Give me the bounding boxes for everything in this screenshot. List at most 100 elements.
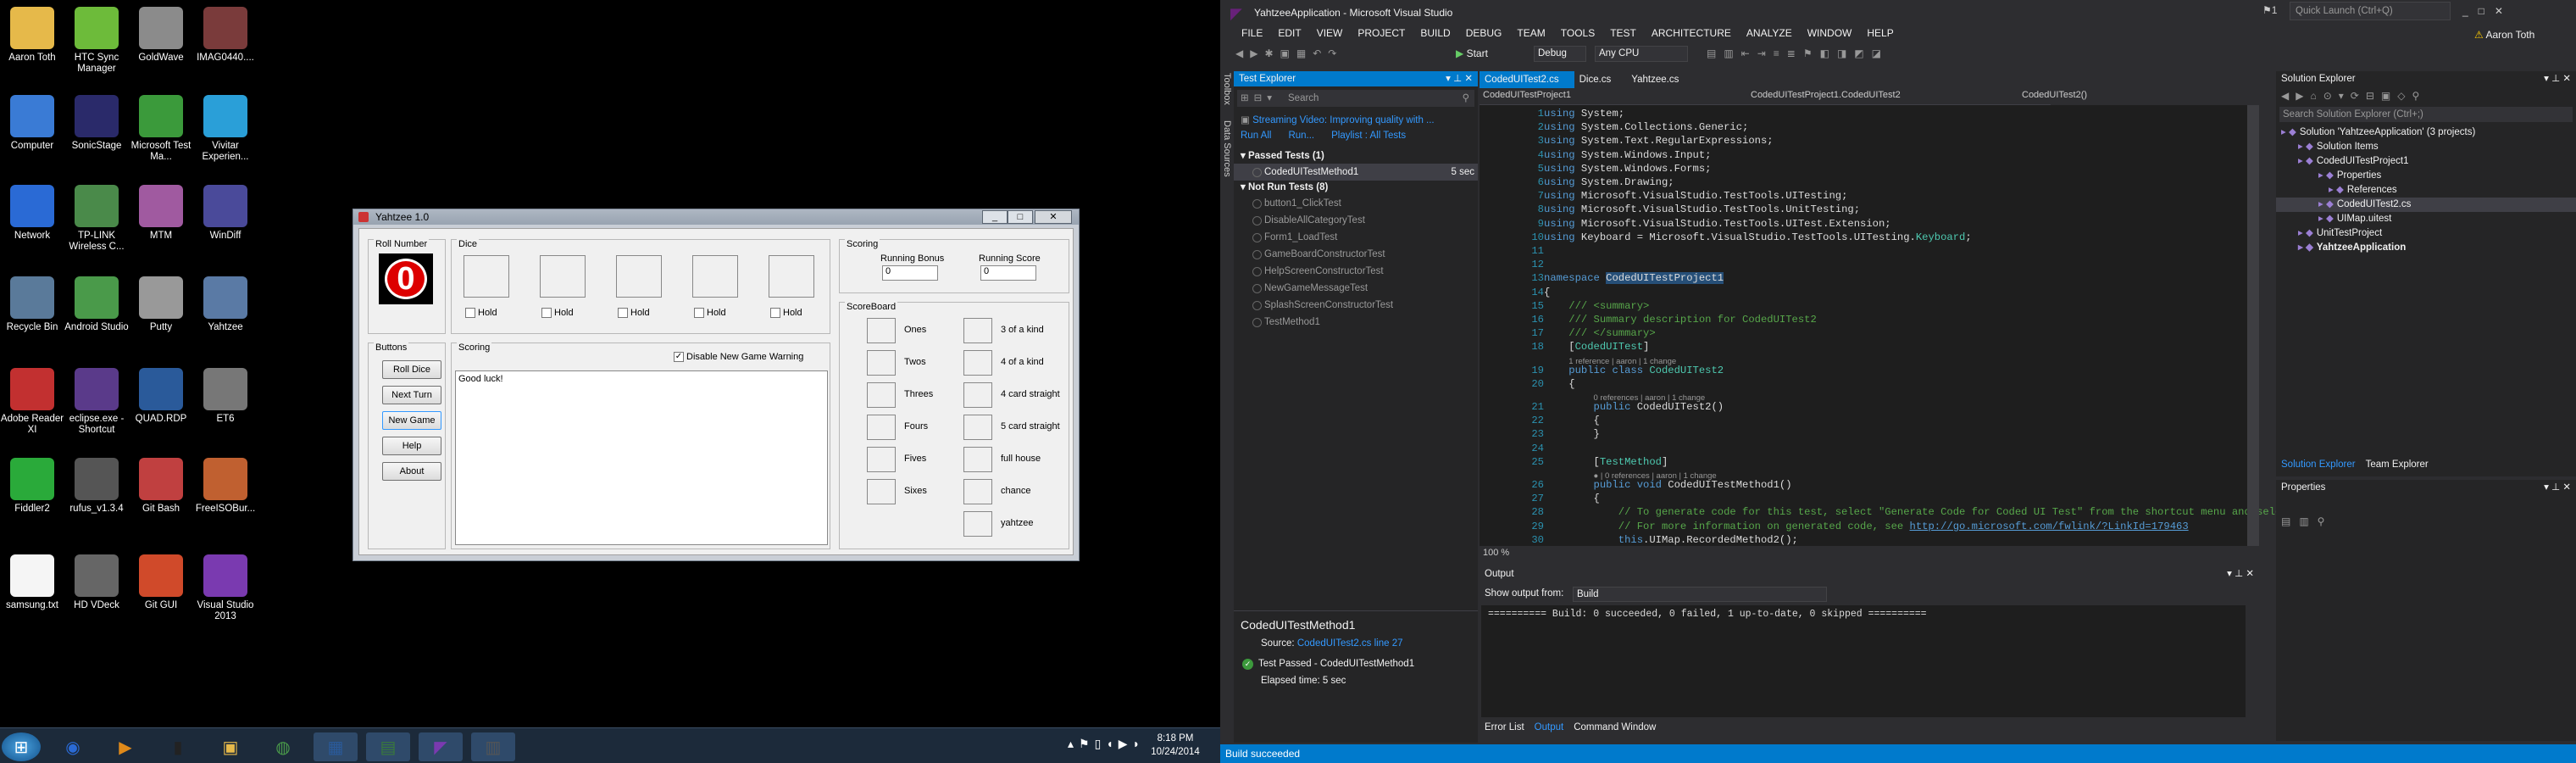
playlist-link[interactable]: Playlist : All Tests — [1331, 131, 1406, 141]
code-line[interactable]: using Microsoft.VisualStudio.TestTools.U… — [1544, 217, 1891, 231]
code-line[interactable]: namespace CodedUITestProject1 — [1544, 271, 1724, 285]
output-text[interactable]: ========== Build: 0 succeeded, 0 failed,… — [1481, 605, 2246, 717]
start-button[interactable]: ⊞ — [2, 732, 41, 761]
code-line[interactable]: /// <summary> — [1544, 299, 1649, 313]
about-button[interactable]: About — [382, 462, 441, 481]
hold-checkbox[interactable]: Hold — [618, 308, 650, 318]
menu-team[interactable]: TEAM — [1509, 24, 1552, 42]
nav-dropdown[interactable]: CodedUITestProject1 — [1483, 90, 1571, 100]
code-line[interactable]: public class CodedUITest2 — [1544, 364, 1724, 377]
score-box[interactable] — [963, 479, 992, 504]
taskbar-app-icon[interactable]: ▮ — [156, 732, 200, 761]
filter-icons[interactable]: ⊞⊟▾ — [1241, 90, 1277, 107]
solution-tab-1[interactable]: Team Explorer — [2366, 459, 2429, 470]
solution-item[interactable]: ▸ ◆ CodedUITest2.cs — [2276, 198, 2576, 212]
run-link[interactable]: Run... — [1288, 131, 1314, 141]
score-box[interactable] — [963, 318, 992, 343]
solution-item[interactable]: ▸ ◆ Solution Items — [2276, 140, 2576, 154]
score-box[interactable] — [963, 415, 992, 440]
new-game-button[interactable]: New Game — [382, 411, 441, 430]
taskbar-app-icon[interactable]: ▶ — [103, 732, 147, 761]
taskbar-app-icon[interactable]: ▤ — [366, 732, 410, 761]
taskbar-app-icon[interactable]: ▣ — [208, 732, 253, 761]
desktop-icon[interactable]: Yahtzee — [193, 276, 258, 333]
source-link[interactable]: CodedUITest2.cs line 27 — [1297, 638, 1403, 649]
output-pin-icon[interactable]: ▾ ⊥ ✕ — [2227, 566, 2259, 582]
code-line[interactable]: // For more information on generated cod… — [1544, 520, 2189, 533]
desktop-icon[interactable]: Aaron Toth — [0, 7, 64, 64]
desktop-icon[interactable]: samsung.txt — [0, 554, 64, 611]
test-search-input[interactable]: ⊞⊟▾ Search ⚲ — [1237, 90, 1474, 107]
code-line[interactable]: using System.Windows.Input; — [1544, 148, 1711, 162]
menu-build[interactable]: BUILD — [1413, 24, 1457, 42]
desktop-icon[interactable]: Recycle Bin — [0, 276, 64, 333]
code-line[interactable]: [CodedUITest] — [1544, 340, 1649, 354]
die[interactable] — [692, 255, 738, 298]
notrun-test-row[interactable]: HelpScreenConstructorTest — [1234, 263, 1478, 280]
score-box[interactable] — [963, 511, 992, 537]
code-line[interactable]: } — [1544, 427, 1600, 441]
die[interactable] — [616, 255, 662, 298]
minimize-button[interactable]: _ — [982, 210, 1008, 224]
desktop-icon[interactable]: HTC Sync Manager — [64, 7, 129, 75]
desktop-icon[interactable]: SonicStage — [64, 95, 129, 152]
tab-dice-cs[interactable]: Dice.cs — [1574, 71, 1627, 88]
code-line[interactable]: public void CodedUITestMethod1() — [1544, 478, 1792, 492]
output-source-dropdown[interactable]: Build — [1573, 587, 1827, 602]
notrun-test-row[interactable]: button1_ClickTest — [1234, 195, 1478, 212]
die[interactable] — [769, 255, 814, 298]
solution-item[interactable]: ▸ ◆ CodedUITestProject1 — [2276, 154, 2576, 169]
yahtzee-titlebar[interactable]: Yahtzee 1.0 _ □ ✕ — [353, 209, 1079, 225]
notrun-test-row[interactable]: NewGameMessageTest — [1234, 280, 1478, 297]
score-box[interactable] — [963, 350, 992, 376]
hold-checkbox[interactable]: Hold — [770, 308, 802, 318]
nav-dropdown[interactable]: CodedUITest2() — [2022, 90, 2087, 100]
quick-launch-input[interactable]: Quick Launch (Ctrl+Q) — [2290, 2, 2451, 20]
solution-item[interactable]: ▸ ◆ UIMap.uitest — [2276, 212, 2576, 226]
disable-warning-checkbox[interactable]: ✓ Disable New Game Warning — [674, 352, 803, 362]
score-box[interactable] — [867, 479, 896, 504]
passed-header[interactable]: ▾ Passed Tests (1) — [1234, 149, 1478, 164]
score-box[interactable] — [963, 447, 992, 472]
menu-view[interactable]: VIEW — [1309, 24, 1351, 42]
die[interactable] — [540, 255, 586, 298]
data-sources-tab[interactable]: Data Sources — [1220, 120, 1232, 177]
score-box[interactable] — [867, 415, 896, 440]
die[interactable] — [464, 255, 509, 298]
properties-pin-icon[interactable]: ▾ ⊥ ✕ — [2544, 480, 2576, 495]
desktop-icon[interactable]: Network — [0, 185, 64, 242]
desktop-icon[interactable]: Android Studio — [64, 276, 129, 333]
desktop-icon[interactable]: eclipse.exe - Shortcut — [64, 368, 129, 436]
output-tab-error-list[interactable]: Error List — [1485, 722, 1524, 732]
desktop-icon[interactable]: MTM — [129, 185, 193, 242]
nav-dropdown[interactable]: CodedUITestProject1.CodedUITest2 — [1751, 90, 1901, 100]
tab-codeduitest2-cs[interactable]: CodedUITest2.cs — [1480, 71, 1574, 88]
desktop-icon[interactable]: TP-LINK Wireless C... — [64, 185, 129, 253]
taskbar-app-icon[interactable]: ◍ — [261, 732, 305, 761]
desktop-icon[interactable]: Git GUI — [129, 554, 193, 611]
desktop-icon[interactable]: QUAD.RDP — [129, 368, 193, 425]
notrun-test-row[interactable]: DisableAllCategoryTest — [1234, 212, 1478, 229]
output-tab-output[interactable]: Output — [1535, 722, 1564, 732]
editor-scrollbar[interactable] — [2247, 105, 2259, 546]
score-box[interactable] — [867, 382, 896, 408]
solution-tab-0[interactable]: Solution Explorer — [2281, 459, 2356, 470]
run-all-link[interactable]: Run All — [1241, 131, 1271, 141]
pane-pin-icon[interactable]: ▾ ⊥ ✕ — [1446, 71, 1478, 86]
desktop-icon[interactable]: HD VDeck — [64, 554, 129, 611]
next-turn-button[interactable]: Next Turn — [382, 386, 441, 404]
solution-item[interactable]: ▸ ◆ Properties — [2276, 169, 2576, 183]
code-line[interactable]: { — [1544, 414, 1600, 427]
taskbar-app-icon[interactable]: ▥ — [471, 732, 515, 761]
code-line[interactable]: using System.Text.RegularExpressions; — [1544, 134, 1774, 148]
solution-item[interactable]: ▸ ◆ References — [2276, 183, 2576, 198]
streaming-banner[interactable]: ▣ Streaming Video: Improving quality wit… — [1241, 114, 1435, 125]
score-box[interactable] — [867, 350, 896, 376]
taskbar-app-icon[interactable]: ◤ — [419, 732, 463, 761]
hold-checkbox[interactable]: Hold — [694, 308, 726, 318]
desktop-icon[interactable]: rufus_v1.3.4 — [64, 458, 129, 515]
passed-test-row[interactable]: CodedUITestMethod1 5 sec — [1234, 164, 1478, 181]
hold-checkbox[interactable]: Hold — [465, 308, 497, 318]
code-line[interactable]: using Microsoft.VisualStudio.TestTools.U… — [1544, 189, 1847, 203]
score-box[interactable] — [867, 318, 896, 343]
